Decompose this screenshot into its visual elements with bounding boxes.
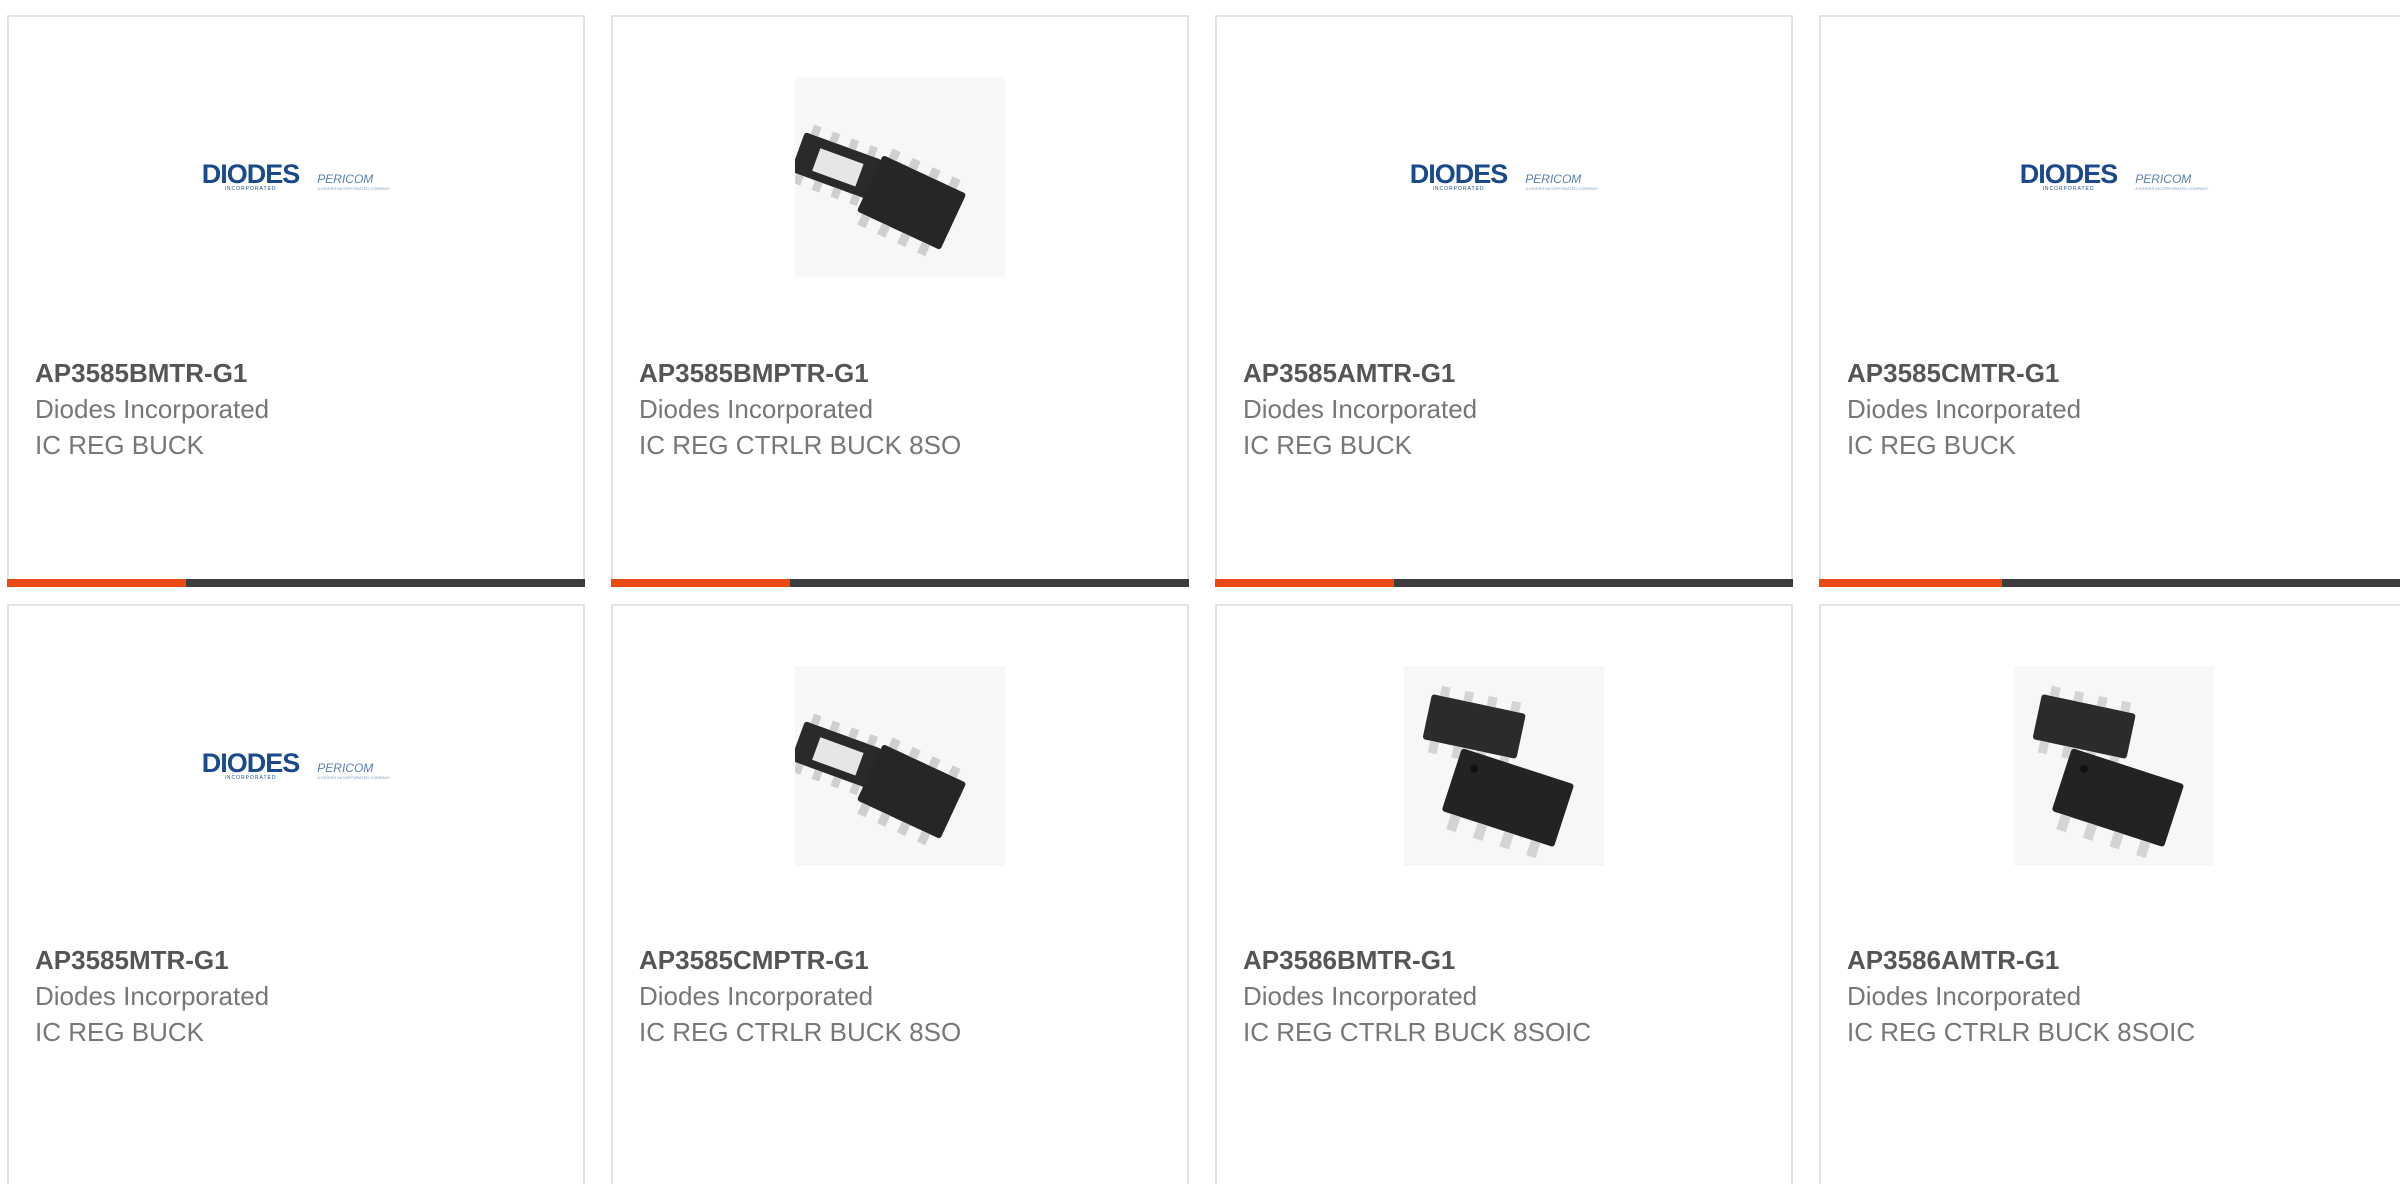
part-number[interactable]: AP3585AMTR-G1 [1243,355,1771,391]
progress-bar [1215,579,1793,587]
product-card[interactable]: AP3585CMPTR-G1 Diodes Incorporated IC RE… [611,604,1189,1184]
product-description: IC REG BUCK [1243,430,1413,460]
product-image[interactable]: DIODES INCORPORATED PERICOM A DIODES INCOR… [1821,77,2400,277]
part-number[interactable]: AP3586AMTR-G1 [1847,942,2387,978]
manufacturer-name: Diodes Incorporated [35,981,270,1011]
part-number[interactable]: AP3585CMTR-G1 [1847,355,2387,391]
part-number[interactable]: AP3585CMPTR-G1 [639,942,1167,978]
product-image[interactable] [1821,666,2400,866]
diodes-logo-icon: DIODES INCORPORATED PERICOM A DIODES INCOR… [1409,159,1599,193]
product-description: IC REG CTRLR BUCK 8SOIC [1243,1017,1592,1047]
manufacturer-name: Diodes Incorporated [1847,394,2082,424]
product-image[interactable] [613,666,1187,866]
product-card[interactable]: DIODES INCORPORATED PERICOM A DIODES INCOR… [1819,15,2400,587]
diodes-logo-icon: DIODES INCORPORATED PERICOM A DIODES INCOR… [201,159,391,193]
manufacturer-name: Diodes Incorporated [35,394,270,424]
part-number[interactable]: AP3585BMTR-G1 [35,355,563,391]
soic-8-chip-icon [1404,666,1604,866]
product-card[interactable]: DIODES INCORPORATED PERICOM A DIODES INCOR… [1215,15,1793,587]
part-number[interactable]: AP3585MTR-G1 [35,942,563,978]
progress-bar [611,579,1189,587]
product-card[interactable]: AP3585BMPTR-G1 Diodes Incorporated IC RE… [611,15,1189,587]
manufacturer-name: Diodes Incorporated [639,981,874,1011]
progress-bar [1819,579,2400,587]
product-description: IC REG CTRLR BUCK 8SOIC [1847,1017,2196,1047]
product-description: IC REG CTRLR BUCK 8SO [639,430,962,460]
product-image[interactable]: DIODES INCORPORATED PERICOM A DIODES INCOR… [9,666,583,866]
progress-bar-fill [611,579,791,587]
soic-8-chip-icon [2014,666,2214,866]
manufacturer-name: Diodes Incorporated [639,394,874,424]
diodes-logo-icon: DIODES INCORPORATED PERICOM A DIODES INCOR… [201,748,391,782]
product-description: IC REG BUCK [1847,430,2017,460]
product-card[interactable]: DIODES INCORPORATED PERICOM A DIODES INCOR… [7,15,585,587]
manufacturer-name: Diodes Incorporated [1847,981,2082,1011]
manufacturer-name: Diodes Incorporated [1243,981,1478,1011]
part-number[interactable]: AP3585BMPTR-G1 [639,355,1167,391]
diodes-logo-icon: DIODES INCORPORATED PERICOM A DIODES INCOR… [2019,159,2209,193]
product-description: IC REG BUCK [35,1017,205,1047]
product-card[interactable]: DIODES INCORPORATED PERICOM A DIODES INCOR… [7,604,585,1184]
product-description: IC REG CTRLR BUCK 8SO [639,1017,962,1047]
manufacturer-name: Diodes Incorporated [1243,394,1478,424]
progress-bar-fill [1819,579,2002,587]
product-card[interactable]: AP3586BMTR-G1 Diodes Incorporated IC REG… [1215,604,1793,1184]
progress-bar-fill [1215,579,1395,587]
product-image[interactable] [1217,666,1791,866]
product-image[interactable]: DIODES INCORPORATED PERICOM A DIODES INCOR… [9,77,583,277]
product-image[interactable] [613,77,1187,277]
product-card[interactable]: AP3586AMTR-G1 Diodes Incorporated IC REG… [1819,604,2400,1184]
part-number[interactable]: AP3586BMTR-G1 [1243,942,1771,978]
product-description: IC REG BUCK [35,430,205,460]
soic-8-chip-icon [795,77,1005,277]
product-image[interactable]: DIODES INCORPORATED PERICOM A DIODES INCOR… [1217,77,1791,277]
progress-bar-fill [7,579,187,587]
progress-bar [7,579,585,587]
product-grid: DIODES INCORPORATED PERICOM A DIODES INCOR… [0,0,2400,1184]
soic-8-chip-icon [795,666,1005,866]
